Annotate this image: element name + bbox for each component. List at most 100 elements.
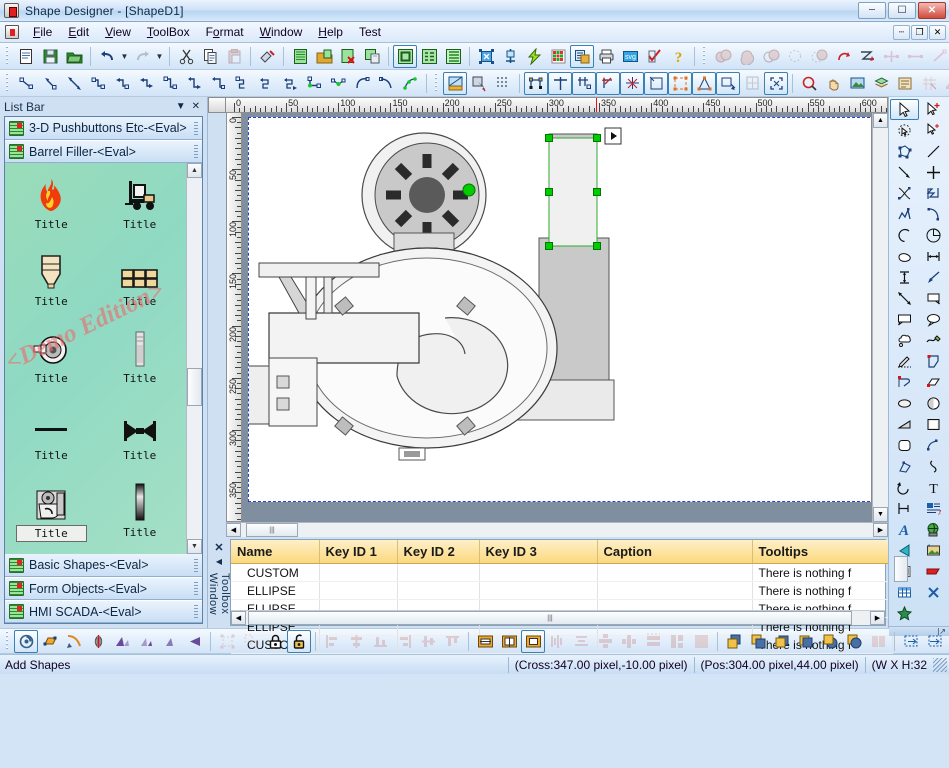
pie-tool-icon[interactable] — [919, 225, 948, 246]
arc-tool-icon[interactable] — [919, 204, 948, 225]
scroll-up-button[interactable]: ▲ — [187, 163, 202, 178]
align-bottom-icon[interactable] — [368, 630, 392, 653]
menu-test[interactable]: Test — [351, 22, 389, 42]
shaded-rect-icon[interactable] — [919, 414, 948, 435]
toolbar-grip[interactable] — [434, 73, 440, 93]
grid-icon[interactable] — [491, 72, 515, 95]
exclude-icon[interactable] — [807, 45, 831, 68]
zigzag-arrow-both-icon[interactable] — [278, 72, 302, 95]
save-shape-icon[interactable] — [360, 45, 384, 68]
shape-properties-icon[interactable] — [393, 44, 417, 68]
polygon-node-icon[interactable] — [890, 141, 919, 162]
flip-v-icon[interactable] — [110, 630, 134, 653]
callout-rect-icon[interactable] — [890, 309, 919, 330]
bezier-shape-icon[interactable] — [890, 372, 919, 393]
vertical-ruler[interactable]: 0 50 100 150 200 250 300 350 — [226, 113, 242, 522]
arrow-select-icon[interactable] — [890, 99, 919, 120]
polygon-node2-icon[interactable] — [919, 456, 948, 477]
menu-edit[interactable]: Edit — [60, 22, 97, 42]
layout-icon[interactable] — [570, 44, 594, 68]
group-icon[interactable] — [215, 630, 239, 653]
palette-scrollbar[interactable]: ▲ ▼ — [186, 163, 202, 554]
canvas-viewport[interactable] — [242, 113, 872, 522]
grid-color-icon[interactable] — [546, 45, 570, 68]
space-grid-icon[interactable] — [641, 630, 665, 653]
dimension-h-icon[interactable] — [919, 246, 948, 267]
add-node-icon[interactable] — [879, 45, 903, 68]
line-plain-icon[interactable] — [14, 72, 38, 95]
forward-one-icon[interactable] — [770, 630, 794, 653]
cell-key3[interactable] — [479, 563, 598, 582]
zoom-out-icon[interactable] — [797, 72, 821, 95]
ungroup-icon[interactable] — [239, 630, 263, 653]
selection-box-icon[interactable] — [668, 71, 692, 95]
maximize-button[interactable]: ☐ — [888, 2, 916, 19]
undo-icon[interactable] — [95, 45, 119, 68]
canvas-horizontal-scrollbar[interactable]: ◀ ||| ▶ — [226, 522, 888, 537]
grid-snap-icon[interactable] — [917, 72, 941, 95]
menu-toolbox[interactable]: ToolBox — [139, 22, 198, 42]
scroll-down-button[interactable]: ▼ — [187, 539, 202, 554]
collapse-arrow-icon[interactable]: ◀ — [216, 557, 222, 566]
cell-name[interactable]: ELLIPSE — [231, 581, 320, 600]
palette-item[interactable]: Title — [7, 171, 96, 248]
redo-icon[interactable] — [130, 45, 154, 68]
toolbar-grip[interactable] — [5, 631, 11, 651]
select-object-icon[interactable] — [474, 45, 498, 68]
step-arrow-start-icon[interactable] — [206, 72, 230, 95]
same-size-icon[interactable] — [521, 629, 545, 653]
offset-icon[interactable] — [716, 71, 740, 95]
gr-track[interactable] — [893, 554, 908, 596]
bounding-box-icon[interactable] — [644, 71, 668, 95]
layers-icon[interactable] — [869, 72, 893, 95]
undo-dropdown-icon[interactable]: ▼ — [119, 45, 130, 68]
half-circle-icon[interactable] — [890, 414, 919, 435]
align-right-icon[interactable] — [392, 630, 416, 653]
print-icon[interactable] — [594, 45, 618, 68]
menu-help[interactable]: Help — [310, 22, 351, 42]
arrow-add-icon[interactable] — [919, 99, 948, 120]
combine-icon[interactable] — [735, 45, 759, 68]
column-header-caption[interactable]: Caption — [597, 540, 753, 564]
split-icon[interactable] — [740, 72, 764, 95]
category-hmi-scada[interactable]: HMI SCADA-<Eval> — [5, 600, 202, 623]
callout-box-icon[interactable] — [919, 288, 948, 309]
horizontal-ruler[interactable]: 0 50 100 150 200 250 300 350 400 450 500 550 600 — [226, 97, 888, 113]
centrifugal-blower-shape[interactable] — [242, 118, 872, 501]
ellipse-blob-icon[interactable] — [890, 246, 919, 267]
flip-h-icon[interactable] — [134, 630, 158, 653]
menu-view[interactable]: View — [97, 22, 139, 42]
canvas-scroll-left-button[interactable]: ◀ — [226, 523, 241, 537]
lock-icon[interactable] — [263, 630, 287, 653]
palette-item[interactable]: Title — [96, 248, 185, 325]
cell-key2[interactable] — [397, 581, 480, 600]
column-header-key-id-1[interactable]: Key ID 1 — [319, 540, 398, 564]
polyline-icon[interactable] — [86, 72, 110, 95]
line-tool-icon[interactable] — [919, 141, 948, 162]
wave-icon[interactable] — [890, 477, 919, 498]
polyline-arrow-both-icon[interactable] — [134, 72, 158, 95]
step-arrow-icon[interactable] — [182, 72, 206, 95]
drawing-sheet[interactable] — [242, 117, 872, 502]
arc-open-icon[interactable] — [890, 225, 919, 246]
cell-key1[interactable] — [319, 581, 398, 600]
lasso-select-icon[interactable] — [890, 120, 919, 141]
align-node-icon[interactable] — [572, 71, 596, 95]
unlock-icon[interactable] — [287, 629, 311, 653]
star-burst-icon[interactable] — [890, 603, 919, 624]
close-icon[interactable]: ✕ — [214, 541, 223, 554]
delete-node-icon[interactable] — [903, 45, 927, 68]
arrow-line-icon[interactable] — [890, 162, 919, 183]
cell-caption[interactable] — [597, 563, 753, 582]
node-edit-icon[interactable] — [524, 71, 548, 95]
triangle-node-icon[interactable] — [692, 71, 716, 95]
intersect-icon[interactable] — [759, 45, 783, 68]
parallelogram-icon[interactable] — [919, 372, 948, 393]
palette-item[interactable]: Title — [7, 248, 96, 325]
dimension-v-icon[interactable] — [890, 267, 919, 288]
menu-format[interactable]: Format — [198, 22, 252, 42]
toolbar-grip[interactable] — [702, 46, 708, 66]
toolbar-grip[interactable] — [5, 73, 11, 93]
step-line-icon[interactable] — [158, 72, 182, 95]
line-to-curve-icon[interactable] — [927, 45, 949, 68]
